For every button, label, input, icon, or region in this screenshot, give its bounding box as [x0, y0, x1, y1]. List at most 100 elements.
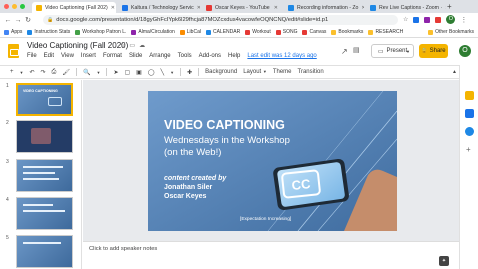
browser-menu-icon[interactable]: ⋮	[460, 16, 467, 24]
menu-slide[interactable]: Slide	[129, 53, 142, 59]
theme-button[interactable]: Theme	[273, 69, 292, 75]
menu-view[interactable]: View	[61, 53, 74, 59]
menu-edit[interactable]: Edit	[44, 53, 54, 59]
menu-tools[interactable]: Tools	[178, 53, 192, 59]
url-text: docs.google.com/presentation/d/18gyGhFcI…	[56, 17, 329, 23]
shape-icon[interactable]: ◯	[148, 69, 155, 76]
share-button[interactable]: 🔒 Share	[419, 44, 448, 58]
bookmark-research[interactable]: RESEARCH	[368, 29, 403, 35]
menu-arrange[interactable]: Arrange	[149, 53, 170, 59]
menu-insert[interactable]: Insert	[81, 53, 96, 59]
close-tab-icon[interactable]: ✕	[197, 5, 200, 11]
slide-background	[148, 91, 397, 231]
star-icon[interactable]: ☆	[403, 16, 408, 23]
comment-history-icon[interactable]: ▤	[353, 46, 360, 54]
account-avatar[interactable]: O	[459, 45, 471, 57]
bookmark-workout[interactable]: Workout	[245, 29, 271, 35]
layout-button[interactable]: Layout ▼	[243, 69, 267, 75]
slide-thumbnail-row[interactable]: 3	[0, 159, 81, 195]
tasks-icon[interactable]	[465, 127, 474, 136]
close-tab-icon[interactable]: ✕	[361, 5, 364, 11]
transition-button[interactable]: Transition	[298, 69, 324, 75]
keep-icon[interactable]	[465, 91, 474, 100]
menu-format[interactable]: Format	[103, 53, 122, 59]
close-tab-icon[interactable]: ✕	[274, 5, 278, 11]
menu-file[interactable]: File	[27, 53, 37, 59]
zoom-icon[interactable]: 🔍	[83, 69, 90, 76]
browser-tab-3[interactable]: Oscar Keyes - YouTube ✕	[202, 2, 282, 13]
text-box-icon[interactable]: ▢	[124, 69, 130, 76]
profile-avatar[interactable]: O	[446, 15, 456, 24]
background-button[interactable]: Background	[205, 69, 237, 75]
bookmark-bookmarks[interactable]: Bookmarks	[331, 29, 363, 35]
bookmark-canvas[interactable]: Canvas	[302, 29, 326, 35]
chevron-up-icon[interactable]: ▲	[452, 69, 457, 75]
close-window-button[interactable]	[4, 4, 9, 9]
current-slide[interactable]: VIDEO CAPTIONING Wednesdays in the Works…	[148, 91, 397, 231]
cloud-status-icon[interactable]: ☁	[139, 42, 145, 49]
chevron-down-icon[interactable]: ▼	[406, 49, 410, 54]
menu-help[interactable]: Help	[228, 53, 240, 59]
new-slide-icon[interactable]: +	[10, 69, 14, 75]
back-arrow-icon[interactable]: ←	[3, 17, 13, 24]
new-tab-button[interactable]: +	[447, 2, 452, 12]
paint-format-icon[interactable]: 🖌	[62, 69, 70, 76]
menu-add-ons[interactable]: Add-ons	[199, 53, 221, 59]
minimize-window-button[interactable]	[12, 4, 17, 9]
slide-thumbnail[interactable]	[16, 235, 73, 268]
calendar-icon[interactable]	[465, 109, 474, 118]
slide-thumbnail[interactable]	[16, 120, 73, 153]
explore-icon[interactable]: ✦	[439, 256, 449, 266]
line-icon[interactable]: ╲	[161, 69, 165, 76]
browser-tab-1[interactable]: Video Captioning (Fall 202) ✕	[32, 2, 116, 13]
other-bookmarks[interactable]: Other Bookmarks	[428, 29, 474, 35]
slide-thumbnail-row[interactable]: 1 VIDEO CAPTIONING	[0, 83, 81, 119]
chevron-down-icon[interactable]: ▼	[170, 70, 174, 75]
browser-tab-4[interactable]: Recording information - Zo ✕	[284, 2, 364, 13]
bookmark-instruction-stats[interactable]: Instruction Stats	[27, 29, 70, 35]
maximize-window-button[interactable]	[20, 4, 25, 9]
bookmark-alma[interactable]: Alma/Circulation	[131, 29, 175, 35]
chevron-down-icon[interactable]: ▼	[20, 70, 24, 75]
bookmark-apps[interactable]: Apps	[4, 29, 22, 35]
folder-icon	[368, 29, 374, 35]
address-bar[interactable]: 🔒 docs.google.com/presentation/d/18gyGhF…	[43, 15, 398, 25]
print-icon[interactable]: ⎙	[52, 69, 57, 76]
speaker-notes[interactable]: Click to add speaker notes	[83, 241, 459, 269]
bookmark-song[interactable]: SONG	[275, 29, 297, 35]
bookmark-libcal[interactable]: LibCal	[179, 29, 201, 35]
redo-icon[interactable]: ↷	[41, 69, 46, 76]
move-folder-icon[interactable]: ▭	[129, 42, 135, 49]
extension-icon[interactable]	[435, 16, 442, 23]
reload-icon[interactable]: ↻	[23, 16, 33, 24]
bookmark-workshop-patron[interactable]: Workshop Patron L.	[75, 29, 126, 35]
present-button[interactable]: ▭ Present ▼	[371, 44, 414, 58]
browser-tab-2[interactable]: Kaltura / Technology Servic ✕	[118, 2, 200, 13]
select-cursor-icon[interactable]: ➤	[113, 69, 118, 76]
undo-icon[interactable]: ↶	[29, 69, 34, 76]
extension-icon[interactable]	[413, 16, 420, 23]
bookmark-calendar[interactable]: CALENDAR	[205, 29, 240, 35]
image-icon[interactable]: ▣	[136, 69, 142, 76]
slide-thumbnail[interactable]	[16, 197, 73, 230]
close-tab-icon[interactable]: ✕	[445, 5, 446, 11]
browser-tab-5[interactable]: Rev Live Captions - Zoom · ✕	[366, 2, 446, 13]
activity-dashboard-icon[interactable]: ↗	[341, 47, 348, 56]
thumbnail-title: VIDEO CAPTIONING	[23, 89, 58, 93]
slide-thumbnail[interactable]	[16, 159, 73, 192]
forward-arrow-icon[interactable]: →	[13, 17, 23, 24]
slide-author-2: Oscar Keyes	[164, 193, 207, 200]
close-tab-icon[interactable]: ✕	[111, 5, 115, 11]
add-apps-icon[interactable]: +	[466, 145, 471, 154]
document-title[interactable]: Video Captioning (Fall 2020)	[27, 41, 128, 50]
google-slides-logo-icon[interactable]	[8, 44, 19, 58]
slide-thumbnail-row[interactable]: 5	[0, 235, 81, 269]
slide-thumbnail-row[interactable]: 4	[0, 197, 81, 233]
last-edit-link[interactable]: Last edit was 12 days ago	[247, 53, 316, 59]
comment-add-icon[interactable]: ✚	[187, 69, 192, 76]
star-icon[interactable]: ☆	[120, 42, 125, 49]
extension-icon[interactable]	[424, 16, 431, 23]
slide-thumbnail[interactable]: VIDEO CAPTIONING	[16, 83, 73, 116]
slide-thumbnail-row[interactable]: 2	[0, 120, 81, 156]
chevron-down-icon[interactable]: ▼	[96, 70, 100, 75]
